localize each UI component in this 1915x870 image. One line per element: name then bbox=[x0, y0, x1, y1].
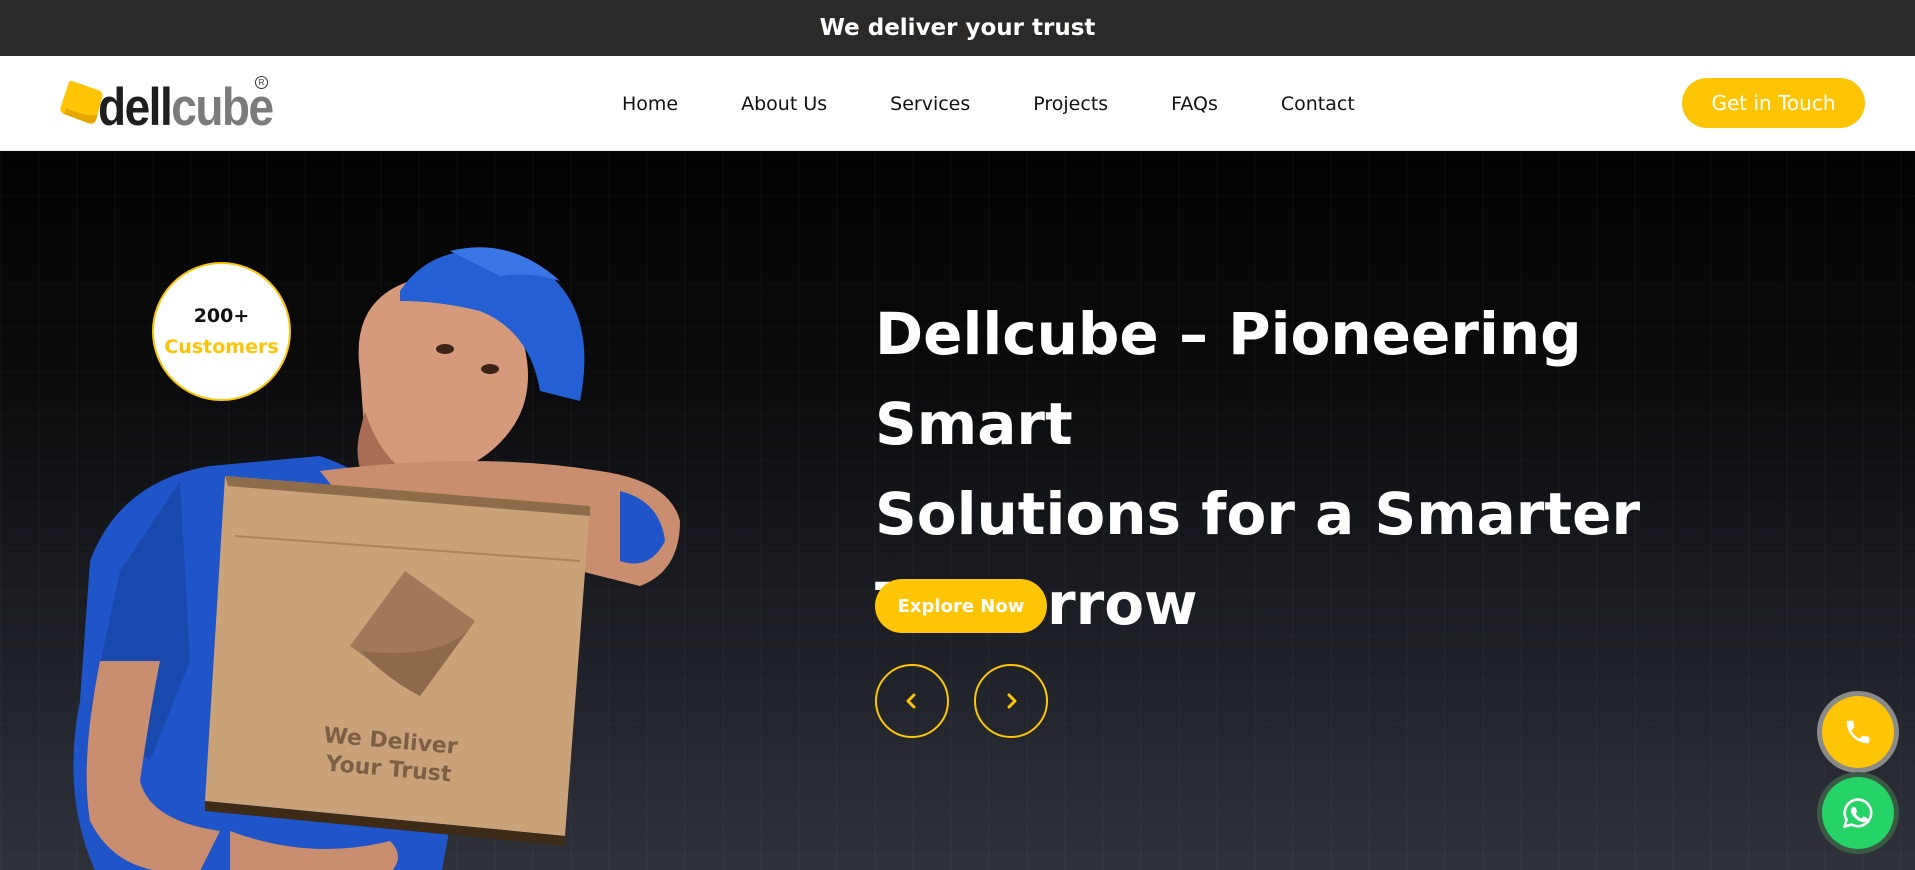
announcement-bar: We deliver your trust bbox=[0, 0, 1915, 56]
nav-home[interactable]: Home bbox=[622, 93, 678, 115]
get-in-touch-button[interactable]: Get in Touch bbox=[1682, 78, 1865, 128]
slider-prev-button[interactable] bbox=[875, 664, 949, 738]
phone-icon bbox=[1846, 720, 1870, 744]
announcement-text: We deliver your trust bbox=[819, 15, 1096, 41]
headline-line-2: Solutions for a Smarter bbox=[875, 480, 1641, 548]
nav-about-us[interactable]: About Us bbox=[741, 93, 827, 115]
call-button[interactable] bbox=[1822, 696, 1894, 768]
hero-section: We Deliver Your Trust 200+ Customers Del… bbox=[0, 151, 1915, 870]
headline-line-1: Dellcube – Pioneering Smart bbox=[875, 300, 1582, 458]
whatsapp-icon bbox=[1842, 798, 1873, 829]
site-header: dellcube R Home About Us Services Projec… bbox=[0, 56, 1915, 151]
site-logo[interactable]: dellcube R bbox=[58, 74, 274, 134]
customers-label: Customers bbox=[164, 335, 279, 358]
main-nav: Home About Us Services Projects FAQs Con… bbox=[622, 56, 1355, 151]
logo-wordmark: dellcube bbox=[98, 76, 274, 137]
explore-now-button[interactable]: Explore Now bbox=[875, 579, 1047, 633]
whatsapp-button[interactable] bbox=[1822, 777, 1894, 849]
nav-contact[interactable]: Contact bbox=[1281, 93, 1355, 115]
registered-mark: R bbox=[255, 76, 268, 89]
chevron-right-icon bbox=[1007, 693, 1017, 709]
slider-next-button[interactable] bbox=[974, 664, 1048, 738]
nav-projects[interactable]: Projects bbox=[1033, 93, 1108, 115]
customers-count: 200+ bbox=[193, 304, 250, 327]
customers-badge: 200+ Customers bbox=[152, 262, 291, 401]
nav-services[interactable]: Services bbox=[890, 93, 970, 115]
nav-faqs[interactable]: FAQs bbox=[1171, 93, 1218, 115]
chevron-left-icon bbox=[906, 693, 916, 709]
